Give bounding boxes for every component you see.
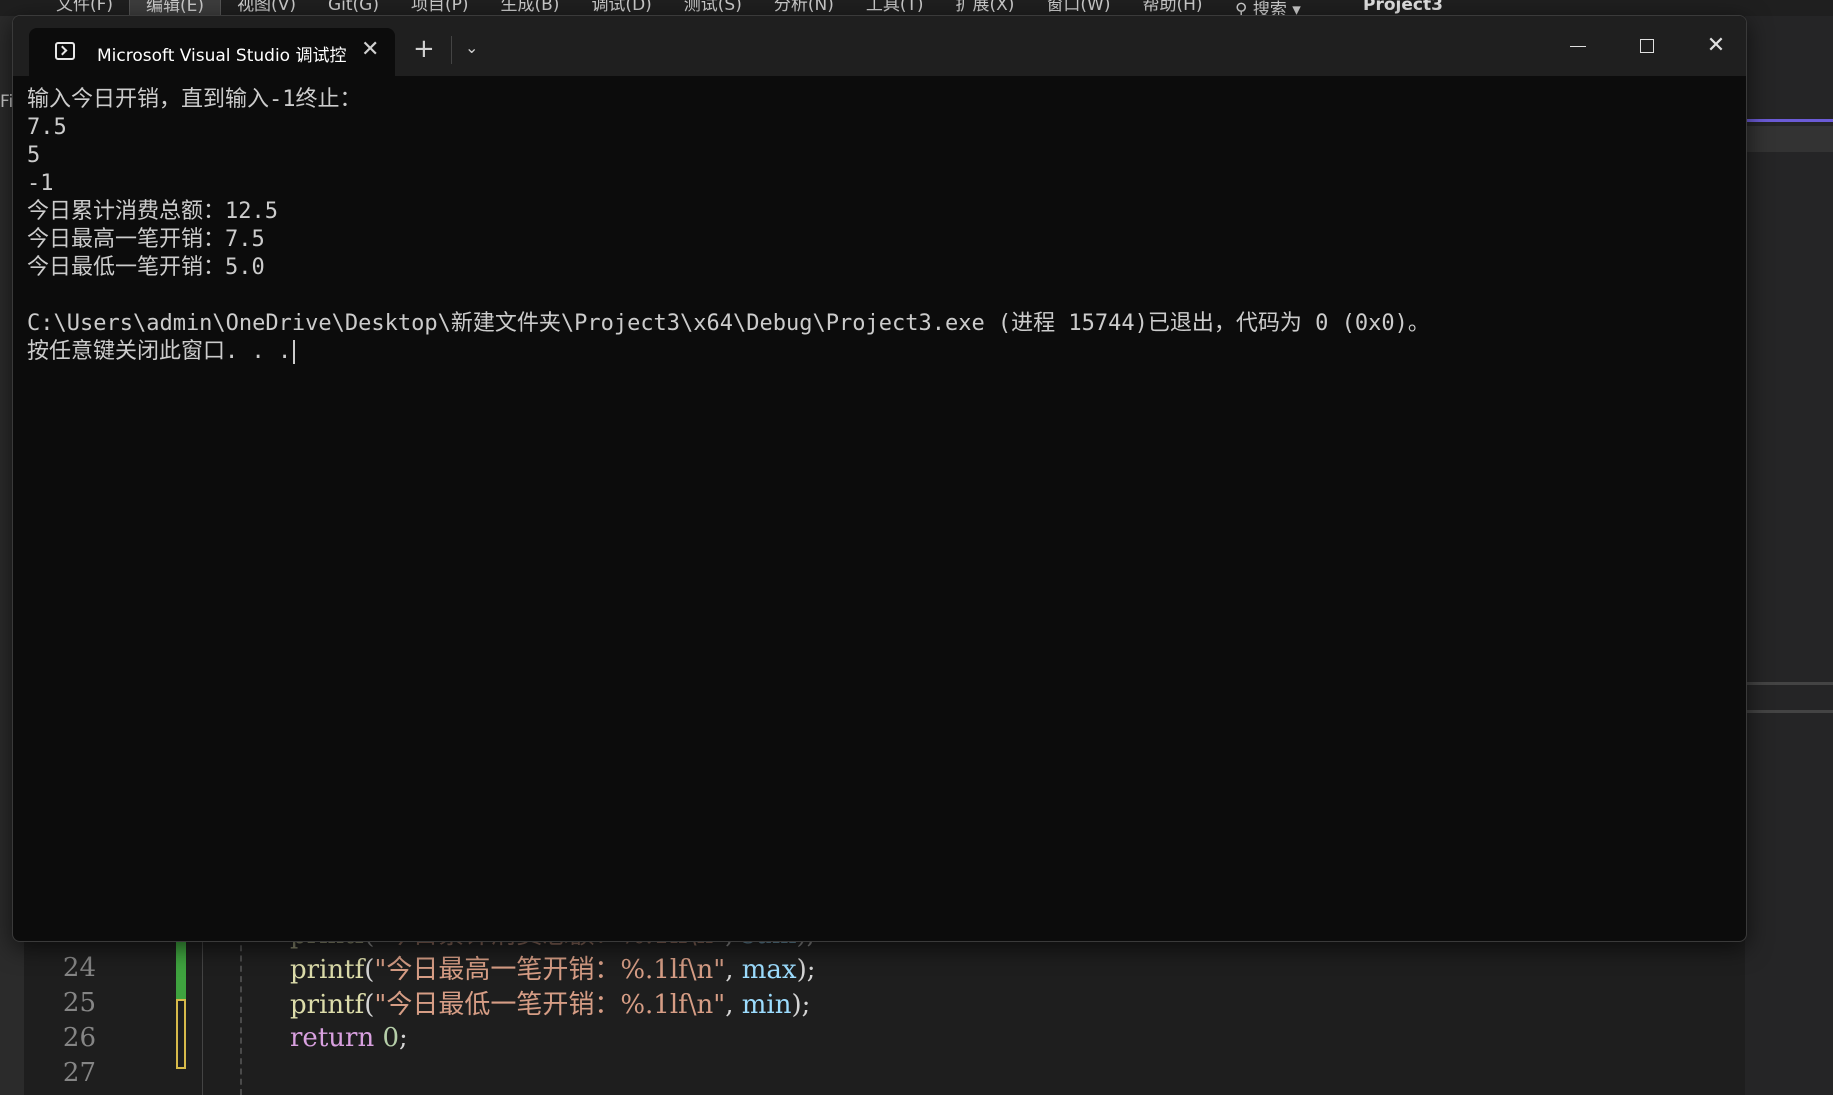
menu-analyze[interactable]: 分析(N) (758, 0, 850, 16)
minimize-icon (1570, 45, 1586, 47)
console-line: 5 (27, 143, 41, 168)
menu-file[interactable]: 文件(F) (40, 0, 129, 16)
new-tab-icon[interactable]: + (413, 36, 435, 62)
menu-window[interactable]: 窗口(W) (1030, 0, 1126, 16)
identifier: max (741, 955, 797, 985)
console-line: 按任意键关闭此窗口. . . (27, 339, 292, 364)
console-prompt-line: 按任意键关闭此窗口. . . (27, 338, 1727, 366)
vs-search-box[interactable]: ⚲ 搜索 ▾ (1235, 0, 1301, 16)
string-literal: "今日最高一笔开销：%.1lf\n" (374, 955, 726, 985)
code-line[interactable]: 26 return 0; (24, 1020, 408, 1055)
punctuation: ; (399, 1022, 408, 1053)
line-number: 24 (62, 952, 96, 983)
menu-help[interactable]: 帮助(H) (1127, 0, 1219, 16)
chevron-down-icon[interactable]: ⌄ (465, 38, 478, 57)
console-line: -1 (27, 171, 54, 196)
code-line[interactable]: 25 printf("今日最低一笔开销：%.1lf\n", min); (24, 985, 811, 1021)
panel-header (1745, 126, 1833, 152)
vs-menu: 文件(F) 编辑(E) 视图(V) Git(G) 项目(P) 生成(B) 调试(… (40, 0, 1219, 16)
menu-git[interactable]: Git(G) (312, 0, 395, 16)
code-line[interactable]: 27 (24, 1055, 96, 1090)
console-line: 输入今日开销，直到输入-1终止： (27, 87, 362, 112)
console-line: 今日最高一笔开销：7.5 (27, 227, 265, 252)
text-cursor (293, 340, 296, 364)
terminal-titlebar[interactable]: Microsoft Visual Studio 调试控 ✕ + ⌄ ✕ (13, 16, 1746, 76)
menu-extensions[interactable]: 扩展(X) (940, 0, 1031, 16)
line-number: 27 (62, 1057, 96, 1088)
debug-console-window[interactable]: Microsoft Visual Studio 调试控 ✕ + ⌄ ✕ 输入今日… (12, 15, 1747, 942)
menu-project[interactable]: 项目(P) (395, 0, 485, 16)
search-label: 搜索 (1252, 0, 1287, 16)
console-line: 今日最低一笔开销：5.0 (27, 255, 265, 280)
menu-build[interactable]: 生成(B) (485, 0, 576, 16)
panel-divider (1745, 682, 1833, 685)
punctuation: ( (364, 990, 375, 1020)
console-line: C:\Users\admin\OneDrive\Desktop\新建文件夹\Pr… (27, 311, 1430, 336)
divider (451, 36, 452, 64)
number-literal: 0 (382, 1022, 399, 1053)
maximize-button[interactable] (1619, 26, 1675, 66)
minimize-button[interactable] (1550, 26, 1606, 66)
line-number: 25 (62, 987, 96, 1018)
line-number: 26 (62, 1022, 96, 1053)
menu-tools[interactable]: 工具(T) (850, 0, 940, 16)
code-line[interactable]: 24 printf("今日最高一笔开销：%.1lf\n", max); (24, 950, 816, 986)
identifier: min (741, 990, 792, 1020)
punctuation: ( (364, 955, 375, 985)
change-marker-unsaved (176, 999, 186, 1069)
menu-edit[interactable]: 编辑(E) (129, 0, 222, 16)
keyword: return (290, 1022, 375, 1053)
string-literal: "今日最低一笔开销：%.1lf\n" (374, 990, 726, 1020)
change-marker-saved (176, 935, 186, 999)
close-tab-icon[interactable]: ✕ (361, 38, 379, 62)
console-line: 7.5 (27, 115, 67, 140)
console-output[interactable]: 输入今日开销，直到输入-1终止： 7.5 5 -1 今日累计消费总额：12.5 … (27, 86, 1727, 366)
console-icon (55, 42, 75, 60)
punctuation: ); (791, 990, 811, 1020)
function-name: printf (290, 955, 365, 985)
punctuation: , (725, 990, 742, 1020)
console-line: 今日累计消费总额：12.5 (27, 199, 278, 224)
panel-divider (1745, 710, 1833, 713)
menu-test[interactable]: 测试(S) (668, 0, 758, 16)
menu-view[interactable]: 视图(V) (221, 0, 312, 16)
gutter-border (202, 935, 203, 1095)
project-name: Project3 (1363, 0, 1443, 15)
active-tab-accent (1745, 119, 1833, 122)
maximize-icon (1640, 39, 1654, 53)
terminal-tab[interactable]: Microsoft Visual Studio 调试控 ✕ (29, 28, 395, 76)
menu-debug[interactable]: 调试(D) (575, 0, 667, 16)
code-editor[interactable]: 23 printf("今日累计消费总额：%.1lf\n", sum); 24 p… (24, 918, 1745, 1095)
tab-title: Microsoft Visual Studio 调试控 (97, 46, 347, 66)
indent-guide (240, 935, 242, 1095)
punctuation: ); (796, 955, 816, 985)
vs-right-panel (1745, 16, 1833, 1095)
close-button[interactable]: ✕ (1688, 26, 1744, 66)
function-name: printf (290, 990, 365, 1020)
punctuation: , (725, 955, 742, 985)
search-icon: ⚲ (1235, 0, 1253, 16)
close-icon: ✕ (1706, 33, 1726, 58)
vs-menu-bar: 文件(F) 编辑(E) 视图(V) Git(G) 项目(P) 生成(B) 调试(… (0, 0, 1833, 16)
